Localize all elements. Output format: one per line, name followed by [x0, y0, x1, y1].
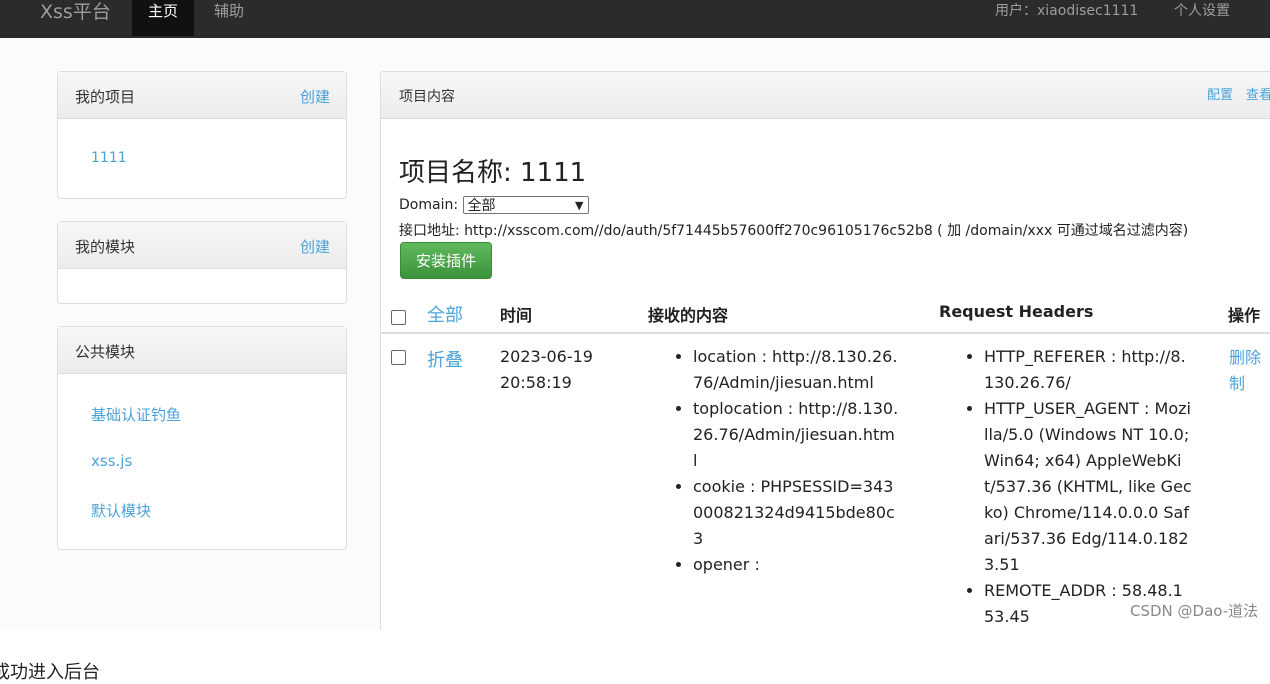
csdn-watermark: CSDN @Dao-道法: [1130, 602, 1259, 620]
public-module-item[interactable]: 基础认证钓鱼: [91, 404, 181, 425]
my-modules-panel: 我的模块 创建: [57, 221, 347, 304]
brand-logo[interactable]: Xss平台: [40, 0, 111, 28]
view-link[interactable]: 查看: [1246, 84, 1270, 103]
table-header-divider: [381, 332, 1270, 334]
bottom-strip: 成功进入后台: [0, 630, 1270, 683]
list-item: toplocation : http://8.130.26.76/Admin/j…: [693, 396, 899, 474]
my-projects-title: 我的项目: [75, 88, 136, 106]
project-item[interactable]: 1111: [91, 150, 127, 166]
col-time-header: 时间: [500, 306, 533, 325]
nav-assist[interactable]: 辅助: [198, 0, 260, 36]
list-item: location : http://8.130.26.76/Admin/jies…: [693, 344, 899, 396]
api-address: 接口地址: http://xsscom.com//do/auth/5f71445…: [399, 223, 1189, 239]
list-item: HTTP_REFERER : http://8.130.26.76/: [984, 344, 1192, 396]
row-checkbox[interactable]: [391, 350, 406, 365]
row-headers: HTTP_REFERER : http://8.130.26.76/ HTTP_…: [964, 344, 1192, 630]
settings-link[interactable]: 个人设置: [1174, 0, 1230, 22]
create-project-link[interactable]: 创建: [300, 86, 330, 107]
col-headers-header: Request Headers: [939, 302, 1094, 321]
col-ops-header: 操作: [1228, 306, 1261, 325]
domain-filter-row: Domain: 全部 ▼: [399, 196, 589, 214]
chevron-down-icon: ▼: [575, 199, 584, 212]
row-content: location : http://8.130.26.76/Admin/jies…: [673, 344, 899, 578]
list-item: cookie : PHPSESSID=343000821324d9415bde8…: [693, 474, 899, 552]
fold-link[interactable]: 折叠: [427, 346, 463, 372]
bottom-caption: 成功进入后台: [0, 662, 100, 683]
my-projects-panel: 我的项目 创建 1111: [57, 71, 347, 199]
nav-home[interactable]: 主页: [132, 0, 195, 36]
project-content-panel: 项目内容 配置 查看 项目名称: 1111 Domain: 全部 ▼ 接口地址:…: [380, 71, 1270, 630]
create-module-link[interactable]: 创建: [300, 236, 330, 257]
public-modules-panel: 公共模块 基础认证钓鱼 xss.js 默认模块: [57, 326, 347, 550]
public-modules-title: 公共模块: [75, 343, 136, 361]
list-item: opener :: [693, 552, 899, 578]
select-all-checkbox[interactable]: [391, 310, 406, 325]
list-item: HTTP_USER_AGENT : Mozilla/5.0 (Windows N…: [984, 396, 1192, 578]
project-name-heading: 项目名称: 1111: [399, 158, 587, 188]
public-module-item[interactable]: 默认模块: [91, 500, 151, 521]
row-time: 2023-06-19 20:58:19: [500, 347, 593, 392]
top-navbar: Xss平台 主页 辅助 用户：xiaodisec1111 个人设置: [0, 0, 1270, 38]
install-plugin-button[interactable]: 安装插件: [400, 242, 492, 279]
col-all-link[interactable]: 全部: [427, 301, 463, 327]
domain-select[interactable]: 全部 ▼: [462, 196, 589, 214]
domain-label: Domain:: [399, 197, 459, 213]
col-content-header: 接收的内容: [648, 306, 729, 325]
my-modules-title: 我的模块: [75, 238, 136, 256]
panel-title: 项目内容: [399, 89, 455, 105]
page-body: 我的项目 创建 1111 我的模块 创建 公共模块 基础认证钓鱼 xss.js …: [0, 38, 1270, 630]
config-link[interactable]: 配置: [1207, 84, 1233, 103]
public-module-item[interactable]: xss.js: [91, 452, 132, 470]
row-delete-link[interactable]: 删除 制: [1229, 345, 1269, 397]
user-label[interactable]: 用户：xiaodisec1111: [995, 0, 1138, 22]
